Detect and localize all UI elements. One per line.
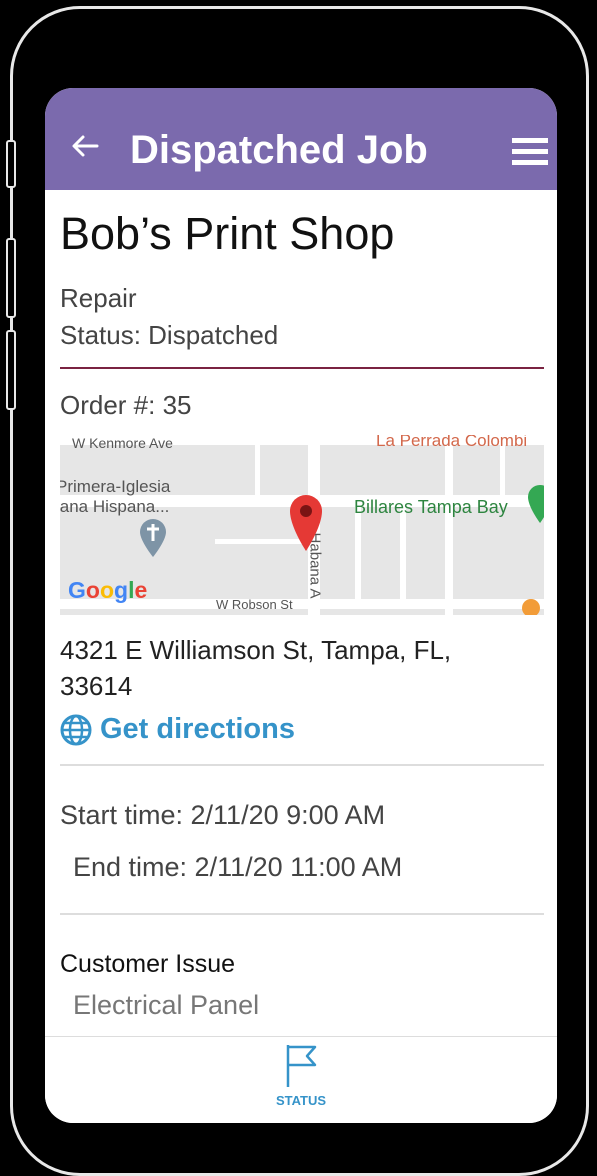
location-map[interactable]: W Kenmore Ave La Perrada Colombi Primera… xyxy=(60,435,544,615)
map-label-billares: Billares Tampa Bay xyxy=(354,497,508,517)
phone-volume-down-button xyxy=(6,330,16,410)
arrow-left-icon[interactable] xyxy=(71,134,99,158)
bottom-nav: STATUS xyxy=(45,1036,557,1123)
address-line-2: 33614 xyxy=(60,671,133,701)
address-line-1: 4321 E Williamson St, Tampa, FL, xyxy=(60,635,452,665)
start-time: Start time: 2/11/20 9:00 AM xyxy=(60,800,386,830)
status-tab[interactable]: STATUS xyxy=(245,1037,357,1123)
status-tab-label: STATUS xyxy=(275,1093,327,1108)
customer-issue-label: Customer Issue xyxy=(60,950,236,978)
customer-issue-value: Electrical Panel xyxy=(73,990,260,1020)
google-logo: Google xyxy=(68,577,148,603)
phone-volume-up-button xyxy=(6,238,16,318)
job-type: Repair xyxy=(60,283,137,313)
location-pin-icon xyxy=(290,495,322,551)
app-bar: Dispatched Job xyxy=(45,88,557,190)
page-title: Dispatched Job xyxy=(130,128,428,172)
customer-name: Bob’s Print Shop xyxy=(60,208,395,259)
map-label-perrada: La Perrada Colombi xyxy=(376,435,528,450)
app-screen: Dispatched Job Bob’s Print Shop Repair S… xyxy=(45,88,557,1123)
globe-icon xyxy=(60,714,92,745)
get-directions-link[interactable]: Get directions xyxy=(60,713,295,746)
hamburger-menu-icon[interactable] xyxy=(512,138,548,168)
restaurant-marker-icon xyxy=(522,599,540,615)
church-pin-icon xyxy=(140,519,166,557)
map-label-robson: W Robson St xyxy=(216,597,293,612)
divider xyxy=(60,913,544,915)
get-directions-label: Get directions xyxy=(100,713,295,745)
green-place-pin-icon xyxy=(528,485,544,523)
map-label-iglesia-2: iana Hispana... xyxy=(60,497,170,516)
phone-side-button xyxy=(6,140,16,188)
divider xyxy=(60,367,544,369)
map-label-kenmore: W Kenmore Ave xyxy=(72,435,173,451)
map-label-iglesia-1: Primera-Iglesia xyxy=(60,477,171,496)
divider xyxy=(60,764,544,766)
job-address: 4321 E Williamson St, Tampa, FL, 33614 xyxy=(60,632,500,704)
order-number: Order #: 35 xyxy=(60,390,192,420)
job-status: Status: Dispatched xyxy=(60,320,279,350)
flag-icon xyxy=(286,1045,317,1087)
end-time: End time: 2/11/20 11:00 AM xyxy=(73,852,403,882)
